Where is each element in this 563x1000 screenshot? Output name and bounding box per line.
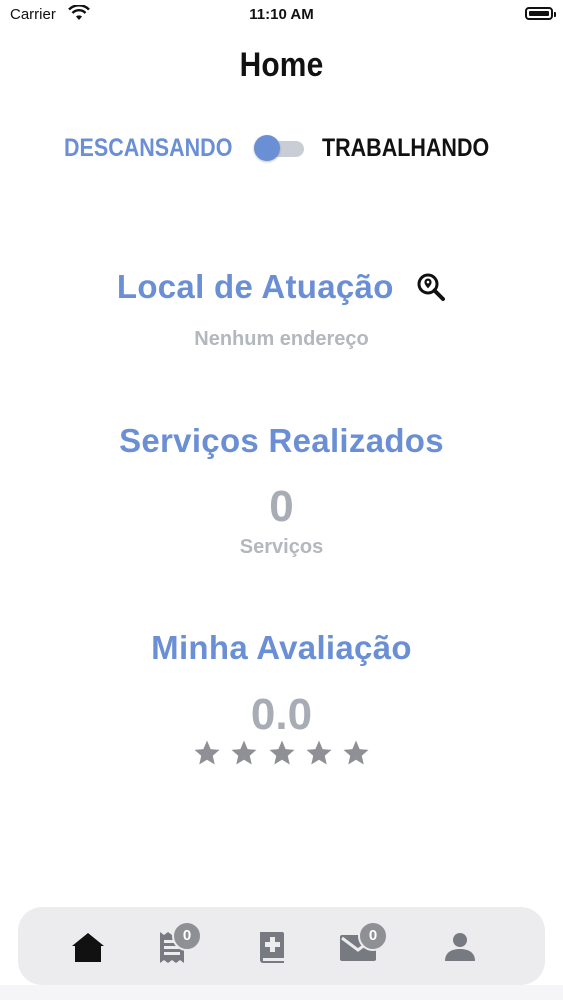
receipts-badge: 0 [172, 921, 202, 951]
messages-badge: 0 [358, 921, 388, 951]
person-icon [440, 933, 480, 971]
rating-score: 0.0 [250, 690, 313, 739]
star-icon [192, 738, 222, 768]
work-status-switch[interactable] [254, 135, 304, 161]
home-screen: Carrier 11:10 AM Home DESCANSANDO TRABAL… [0, 0, 563, 1000]
services-unit: Serviços [239, 536, 324, 558]
location-value: Nenhum endereço [194, 328, 369, 350]
medical-book-icon [252, 932, 292, 971]
tab-messages[interactable]: 0 [338, 921, 388, 967]
tab-bar: 0 0 [18, 907, 545, 985]
mail-icon [338, 935, 378, 971]
rating-stars [0, 738, 563, 773]
star-icon [267, 738, 297, 768]
services-title: Serviços Realizados [119, 422, 444, 459]
page-title: Home [239, 46, 324, 84]
tab-medical-book[interactable] [252, 927, 292, 967]
star-icon [229, 738, 259, 768]
clock: 11:10 AM [249, 6, 314, 23]
location-search-icon[interactable] [416, 272, 446, 302]
resting-label: DESCANSANDO [64, 134, 233, 162]
working-label: TRABALHANDO [322, 134, 490, 162]
services-count: 0 [269, 482, 294, 531]
receipt-icon [152, 932, 192, 971]
switch-knob [254, 135, 280, 161]
status-bar: Carrier 11:10 AM [0, 0, 563, 30]
tab-home[interactable] [68, 927, 108, 967]
home-indicator-area [0, 985, 563, 1000]
battery-icon [525, 7, 556, 20]
star-icon [304, 738, 334, 768]
home-icon [68, 933, 108, 971]
star-icon [341, 738, 371, 768]
location-title: Local de Atuação [116, 268, 394, 305]
tab-profile[interactable] [440, 927, 480, 967]
rating-title: Minha Avaliação [151, 629, 412, 666]
location-header: Local de Atuação [0, 268, 563, 306]
tab-receipts[interactable]: 0 [152, 921, 202, 967]
work-status-toggle-row: DESCANSANDO TRABALHANDO [0, 130, 563, 164]
